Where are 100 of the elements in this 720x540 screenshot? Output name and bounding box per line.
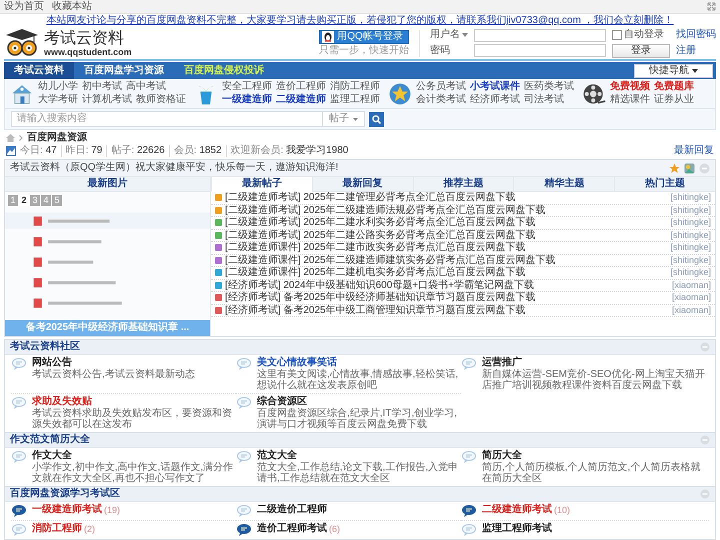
quick-link[interactable]: 一级建造师	[222, 94, 272, 106]
film-reel-icon	[582, 82, 606, 106]
caret-icon	[692, 68, 698, 72]
forum-title-link[interactable]: 范文大全	[257, 450, 297, 462]
post-count: (2)	[84, 522, 95, 534]
image-icon[interactable]	[684, 162, 695, 174]
logo-title: 考试云资料	[44, 30, 125, 46]
forum-title-link[interactable]: 综合资源区	[257, 396, 307, 408]
section-title[interactable]: 百度网盘资源学习考试区	[10, 488, 120, 500]
image-tab[interactable]: 最新图片	[5, 177, 210, 192]
quick-link[interactable]: 幼儿小学	[38, 81, 78, 93]
quick-link[interactable]: 证券从业	[654, 94, 694, 106]
quick-link[interactable]: 消防工程师	[330, 81, 380, 93]
forum-title-link[interactable]: 监理工程师考试	[482, 522, 552, 534]
notice-link[interactable]: 本站网友讨论与分享的百度网盘资料不完整，大家要学习请去购买正版，若侵犯了您的版权，请联系我们jiv0733@qq.com ，我们会立刻删除！	[46, 15, 674, 26]
thread-tab[interactable]: 热门主题	[614, 177, 715, 192]
collapse-icon[interactable]	[700, 434, 710, 444]
forgot-password-link[interactable]: 找回密码	[676, 29, 716, 41]
thread-tab[interactable]: 精华主题	[513, 177, 614, 192]
quick-link[interactable]: 会计类考试	[416, 94, 466, 106]
star-icon[interactable]	[669, 162, 680, 174]
username-label[interactable]: 用户名	[430, 29, 460, 41]
quick-link[interactable]: 经济师考试	[470, 94, 520, 106]
forum-title-link[interactable]: 网站公告	[32, 356, 72, 368]
stat-text: 会员: 1852	[168, 145, 226, 157]
caret-icon	[462, 33, 468, 37]
thread-title-link[interactable]: [二级建造师考试] 2025年二建管理必背考点全汇总百度云网盘下载	[225, 192, 516, 204]
forum-title-link[interactable]: 简历大全	[482, 450, 522, 462]
breadcrumb-link[interactable]: 百度网盘资源	[27, 132, 87, 144]
forum-title-link[interactable]: 消防工程师	[32, 522, 82, 534]
post-count: (10)	[554, 504, 570, 516]
quick-link[interactable]: 医药类考试	[524, 81, 574, 93]
chart-icon	[6, 146, 16, 156]
thread-title-link[interactable]: [经济师考试] 2024年中级基础知识600母题+口袋书+学霸笔记网盘下载	[225, 280, 534, 291]
qq-login-button[interactable]: 用QQ帐号登录	[319, 30, 409, 44]
quick-link[interactable]: 免费题库	[654, 81, 694, 93]
chevron-icon	[19, 135, 23, 141]
quick-link[interactable]: 造价工程师	[276, 81, 326, 93]
thread-tab[interactable]: 推荐主题	[412, 177, 514, 192]
collapse-icon[interactable]	[700, 342, 710, 352]
thread-title-link[interactable]: [二级建造师课件] 2025年二建市政实务必背考点汇总百度云网盘下载	[225, 242, 526, 254]
search-placeholder: 请输入搜索内容	[17, 113, 87, 125]
expand-icon[interactable]	[707, 2, 716, 11]
forum-description: 范文大全,工作总结,论文下载,工作报告,入党申请书,工作总结就在范文大全区	[257, 462, 460, 484]
latest-replies-link[interactable]: 最新回复	[674, 145, 714, 157]
collapse-icon[interactable]	[699, 162, 710, 174]
quick-link[interactable]: 监理工程师	[330, 94, 380, 106]
thread-title-link[interactable]: [二级建造师考试] 2025年二建水利实务必背考点全汇总百度云网盘下载	[225, 217, 536, 228]
thread-tab[interactable]: 最新回复	[312, 177, 413, 192]
forum-title-link[interactable]: 造价工程师考试	[257, 522, 327, 534]
login-button[interactable]: 登录	[612, 44, 670, 58]
caret-icon	[353, 118, 358, 120]
quick-link[interactable]: 计算机考试	[82, 94, 132, 106]
forum-title-link[interactable]: 运营推广	[482, 356, 522, 368]
page-button[interactable]: 2	[19, 195, 29, 206]
nav-tab[interactable]: 考试云资料	[4, 62, 74, 79]
logo-url: www.qqstudent.com	[44, 46, 132, 56]
top-link[interactable]: 设为首页	[4, 0, 44, 12]
thread-title-link[interactable]: [二级建造师考试] 2025年二建公路实务必背考点全汇总百度云网盘下载	[225, 230, 536, 241]
thread-title-link[interactable]: [二级建造师课件] 2025年二建机电实务必背考点汇总百度云网盘下载	[225, 267, 526, 278]
quick-link[interactable]: 初中考试	[82, 81, 122, 93]
forum-title-link[interactable]: 美文心情故事笑话	[257, 356, 337, 368]
thread-title-link[interactable]: [经济师考试] 备考2025年中级工商管理知识章节习题百度云网盘下载	[225, 304, 526, 316]
section-title[interactable]: 考试云资料社区	[10, 340, 80, 352]
search-button[interactable]	[369, 112, 384, 126]
star-badge-icon	[388, 82, 412, 106]
nav-tab[interactable]: 百度网盘侵权投诉	[174, 62, 274, 79]
forum-description: 小学作文,初中作文,高中作文,话题作文,满分作文就在作文大全区,再也不担心写作文了	[32, 462, 234, 484]
forum-title-link[interactable]: 一级建造师考试	[32, 504, 102, 516]
section-title[interactable]: 作文范文简历大全	[10, 434, 90, 446]
quick-link[interactable]: 小考试课件	[470, 81, 520, 93]
home-icon[interactable]	[6, 134, 15, 142]
quick-nav-button[interactable]: 快捷导航	[634, 64, 713, 78]
scope-dropdown[interactable]: 帖子	[322, 111, 365, 127]
forum-title-link[interactable]: 二级建造师考试	[482, 504, 552, 516]
quick-link[interactable]: 司法考试	[524, 94, 564, 106]
collapse-icon[interactable]	[700, 488, 710, 498]
register-link[interactable]: 注册	[676, 44, 716, 56]
forum-title-link[interactable]: 求助及失效贴	[32, 396, 92, 408]
thread-title-link[interactable]: [二级建造师课件] 2025年二级建造师建筑实务必背考点汇总百度云网盘下载	[225, 254, 556, 266]
forum-title-link[interactable]: 二级造价工程师	[257, 504, 327, 516]
username-field[interactable]	[474, 28, 606, 42]
quick-link[interactable]: 二级建造师	[276, 94, 326, 106]
thread-title-link[interactable]: [经济师考试] 备考2025年中级经济师基础知识章节习题百度云网盘下载	[225, 292, 536, 304]
quick-link[interactable]: 公务员考试	[416, 81, 466, 93]
quick-link[interactable]: 安全工程师	[222, 81, 272, 93]
top-link[interactable]: 收藏本站	[52, 0, 92, 12]
password-field[interactable]	[474, 44, 606, 57]
quick-link[interactable]: 教师资格证	[136, 94, 186, 106]
quick-link[interactable]: 高中考试	[126, 81, 166, 93]
thread-title-link[interactable]: [二级建造师考试] 2025年二级建造师法规必背考点全汇总百度云网盘下载	[225, 204, 546, 216]
quick-link[interactable]: 免费视频	[610, 81, 650, 93]
qq-login-hint: 只需一步，快速开始	[319, 44, 409, 56]
stat-text: 今日: 47	[19, 145, 58, 157]
quick-link[interactable]: 精选课件	[610, 94, 650, 106]
quick-link[interactable]: 大学考研	[38, 94, 78, 106]
forum-description: 考试云资料公告,考试云资料最新动态	[32, 368, 195, 380]
remember-checkbox[interactable]	[612, 30, 622, 40]
nav-tab[interactable]: 百度网盘学习资源	[74, 62, 174, 79]
forum-title-link[interactable]: 作文大全	[32, 450, 72, 462]
